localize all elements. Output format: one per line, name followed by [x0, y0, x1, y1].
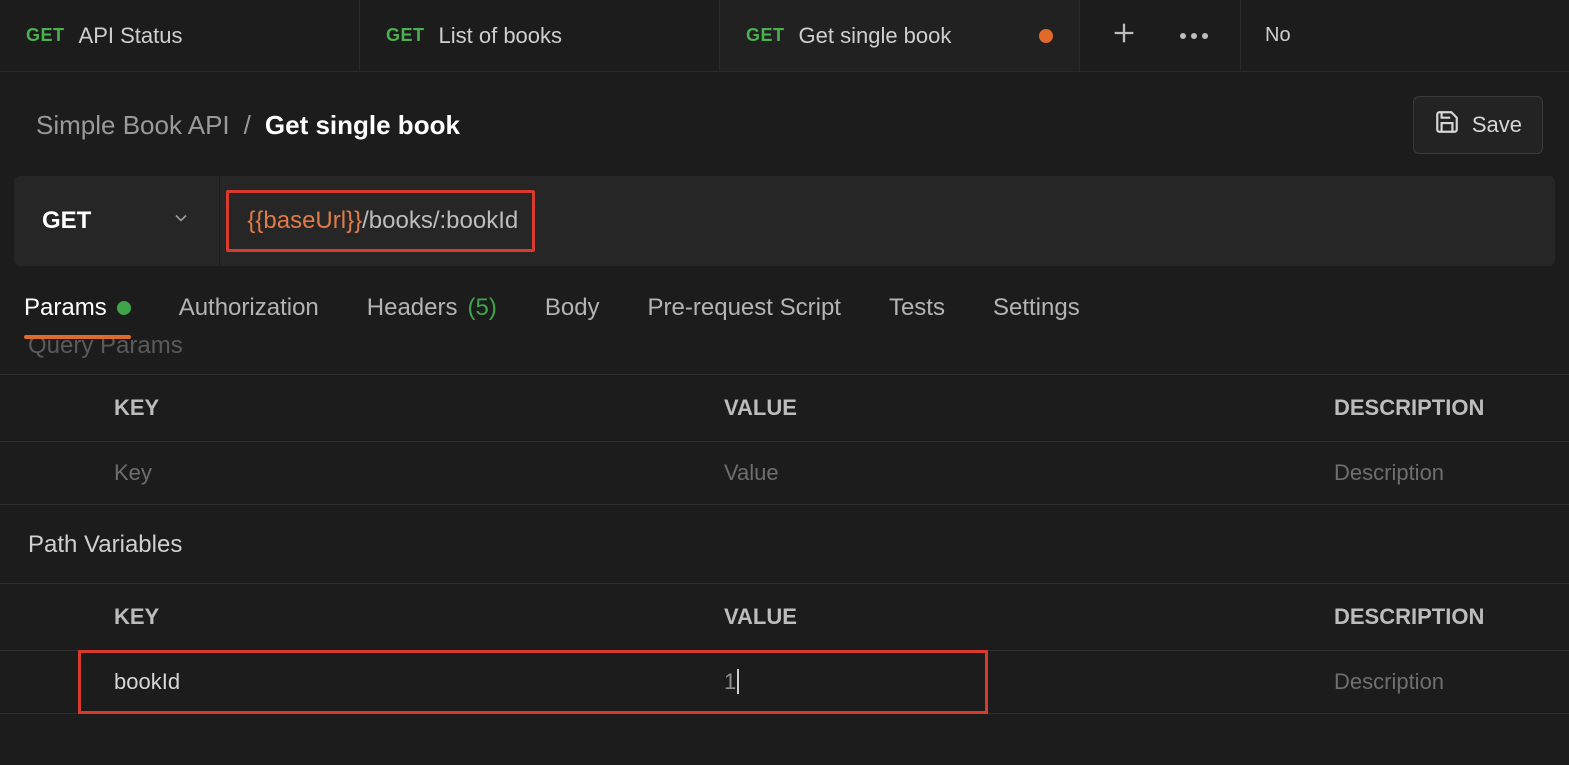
http-method-badge: GET — [746, 25, 785, 46]
path-key-input[interactable] — [114, 669, 676, 695]
subtab-label: Tests — [889, 294, 945, 322]
column-key: KEY — [90, 375, 700, 442]
query-value-input[interactable] — [724, 460, 1286, 486]
subtab-authorization[interactable]: Authorization — [179, 294, 319, 336]
url-bar-wrap: GET {{baseUrl}}/books/:bookId — [0, 164, 1569, 274]
query-description-input[interactable] — [1334, 460, 1545, 486]
url-input[interactable]: {{baseUrl}}/books/:bookId — [247, 207, 518, 235]
http-method-badge: GET — [386, 25, 425, 46]
subtab-label: Headers — [367, 294, 458, 322]
method-value: GET — [42, 207, 91, 235]
chevron-down-icon — [171, 208, 191, 234]
tab-right-label[interactable]: No — [1241, 0, 1315, 71]
table-row[interactable] — [0, 442, 1569, 505]
subtab-label: Body — [545, 294, 600, 322]
breadcrumb: Simple Book API / Get single book — [36, 110, 460, 141]
breadcrumb-current: Get single book — [265, 110, 460, 141]
path-value-input[interactable]: 1 — [724, 669, 739, 694]
subtab-pre-request-script[interactable]: Pre-request Script — [648, 294, 841, 336]
breadcrumb-sep: / — [244, 110, 251, 141]
http-method-badge: GET — [26, 25, 65, 46]
subtab-label: Params — [24, 294, 107, 322]
tab-label: List of books — [439, 23, 563, 49]
column-checkbox — [0, 375, 90, 442]
save-label: Save — [1472, 112, 1522, 138]
path-description-input[interactable] — [1334, 669, 1545, 695]
subtab-tests[interactable]: Tests — [889, 294, 945, 336]
url-highlight-annotation: {{baseUrl}}/books/:bookId — [226, 190, 535, 252]
column-description: DESCRIPTION — [1310, 584, 1569, 651]
save-button[interactable]: Save — [1413, 96, 1543, 154]
subtab-settings[interactable]: Settings — [993, 294, 1080, 336]
column-key: KEY — [90, 584, 700, 651]
params-active-dot-icon — [117, 301, 131, 315]
header-bar: Simple Book API / Get single book Save — [0, 72, 1569, 164]
subtab-label: Settings — [993, 294, 1080, 322]
query-params-table: KEY VALUE DESCRIPTION — [0, 374, 1569, 505]
subtab-label: Authorization — [179, 294, 319, 322]
subtab-headers[interactable]: Headers (5) — [367, 294, 497, 336]
column-checkbox — [0, 584, 90, 651]
tab-label: API Status — [79, 23, 183, 49]
tab-actions — [1080, 0, 1241, 71]
query-key-input[interactable] — [114, 460, 676, 486]
subtab-body[interactable]: Body — [545, 294, 600, 336]
method-select[interactable]: GET — [14, 176, 220, 266]
query-params-heading: Query Params — [0, 332, 1569, 360]
tab-get-single-book[interactable]: GET Get single book — [720, 0, 1080, 71]
headers-count: (5) — [468, 294, 497, 322]
column-value: VALUE — [700, 584, 1310, 651]
tab-label: Get single book — [799, 23, 952, 49]
table-row[interactable]: 1 — [0, 651, 1569, 714]
url-bar: GET {{baseUrl}}/books/:bookId — [14, 176, 1555, 266]
url-variable-token: {{baseUrl}} — [247, 207, 362, 235]
column-description: DESCRIPTION — [1310, 375, 1569, 442]
request-tabs-bar: GET API Status GET List of books GET Get… — [0, 0, 1569, 72]
request-subtabs: Params Authorization Headers (5) Body Pr… — [0, 274, 1569, 336]
more-icon[interactable] — [1178, 24, 1210, 47]
subtab-params[interactable]: Params — [24, 294, 131, 336]
plus-icon[interactable] — [1110, 19, 1138, 53]
column-value: VALUE — [700, 375, 1310, 442]
tab-list-of-books[interactable]: GET List of books — [360, 0, 720, 71]
breadcrumb-collection[interactable]: Simple Book API — [36, 110, 230, 141]
path-variables-table: KEY VALUE DESCRIPTION 1 — [0, 583, 1569, 714]
path-variables-heading: Path Variables — [0, 505, 1569, 569]
unsaved-dot-icon — [1039, 29, 1053, 43]
subtab-label: Pre-request Script — [648, 294, 841, 322]
tab-api-status[interactable]: GET API Status — [0, 0, 360, 71]
save-icon — [1434, 109, 1460, 141]
url-path-token: /books/:bookId — [362, 207, 518, 235]
